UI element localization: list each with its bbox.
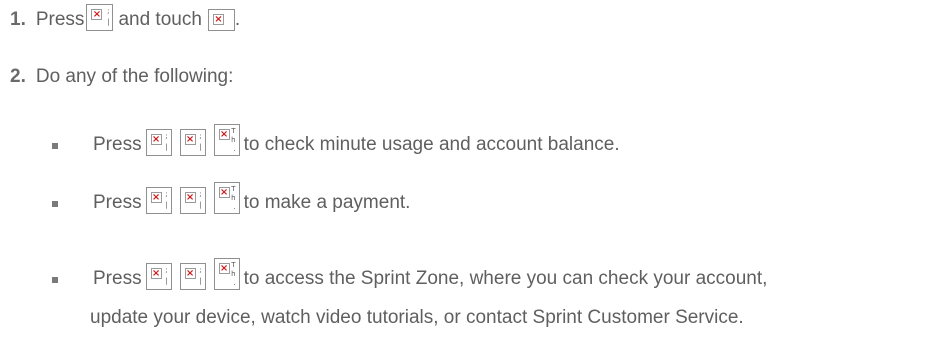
step-text: Do any of the following: bbox=[35, 66, 234, 87]
broken-image-icon: × ; | bbox=[179, 129, 206, 156]
broken-image-icon: × ; | bbox=[86, 4, 114, 31]
broken-image-icon: × bbox=[207, 9, 235, 31]
bullet-icon bbox=[52, 277, 58, 283]
list-item: Press × ; | × ; | × T h . to check minut… bbox=[52, 124, 620, 156]
bullet-prefix: Press bbox=[93, 268, 142, 289]
bullet-text: to make a payment. bbox=[243, 192, 411, 213]
list-item: Press × ; | × ; | × T h . to access the … bbox=[52, 258, 767, 290]
broken-image-icon: × ; | bbox=[179, 187, 206, 214]
step-text: Press bbox=[35, 9, 85, 30]
broken-image-icon: × T h . bbox=[213, 124, 240, 156]
bullet-prefix: Press bbox=[93, 134, 142, 155]
broken-image-icon: × ; | bbox=[145, 263, 172, 290]
bullet-prefix: Press bbox=[93, 192, 142, 213]
step-number: 1. bbox=[10, 9, 26, 30]
step-text: and touch bbox=[118, 9, 202, 30]
broken-image-icon: × ; | bbox=[145, 129, 172, 156]
list-item: Press × ; | × ; | × T h . to make a paym… bbox=[52, 182, 410, 214]
step-2: 2. Do any of the following: bbox=[10, 66, 233, 88]
bullet-icon bbox=[52, 201, 58, 207]
broken-image-icon: × ; | bbox=[179, 263, 206, 290]
step-text: . bbox=[234, 9, 241, 30]
broken-image-icon: × T h . bbox=[213, 182, 240, 214]
bullet-text-continuation: update your device, watch video tutorial… bbox=[90, 307, 744, 328]
step-1: 1. Press × ; | and touch × . bbox=[10, 4, 240, 31]
bullet-text: to access the Sprint Zone, where you can… bbox=[243, 268, 768, 289]
broken-image-icon: × ; | bbox=[145, 187, 172, 214]
broken-image-icon: × T h . bbox=[213, 258, 240, 290]
bullet-icon bbox=[52, 143, 58, 149]
bullet-text: to check minute usage and account balanc… bbox=[243, 134, 620, 155]
step-number: 2. bbox=[10, 66, 26, 87]
